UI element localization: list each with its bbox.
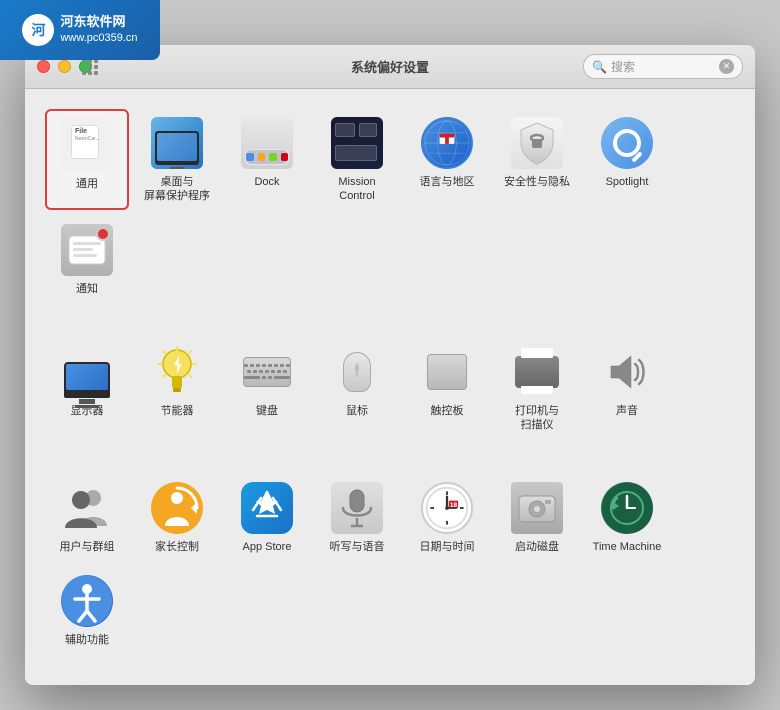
sound-label: 声音: [616, 404, 638, 418]
accessibility-label: 辅助功能: [65, 633, 109, 647]
watermark-logo: 河: [22, 14, 54, 46]
language-label: 语言与地区: [420, 175, 475, 189]
dictation-label: 听写与语音: [330, 540, 385, 554]
watermark: 河 河东软件网 www.pc0359.cn: [0, 0, 160, 60]
personal-section: 通用 桌面与屏幕保护程序: [25, 89, 755, 318]
close-button[interactable]: [37, 60, 50, 73]
security-label: 安全性与隐私: [504, 175, 570, 189]
desktop-label: 桌面与屏幕保护程序: [144, 175, 210, 204]
system-preferences-window: 系统偏好设置 🔍 搜索 ✕ 通用: [25, 45, 755, 685]
spotlight-pref-item[interactable]: Spotlight: [585, 109, 669, 210]
sound-icon: [601, 346, 653, 398]
dictation-icon: [331, 482, 383, 534]
watermark-line2: www.pc0359.cn: [60, 31, 137, 46]
language-icon: [421, 117, 473, 169]
mouse-icon: [331, 346, 383, 398]
users-label: 用户与群组: [60, 540, 115, 554]
search-placeholder: 搜索: [611, 58, 715, 75]
mission-label: MissionControl: [338, 175, 375, 204]
mission-pref-item[interactable]: MissionControl: [315, 109, 399, 210]
general-icon: [61, 119, 113, 171]
timemachine-icon: [601, 482, 653, 534]
desktop-pref-item[interactable]: 桌面与屏幕保护程序: [135, 109, 219, 210]
timemachine-pref-item[interactable]: Time Machine: [585, 474, 669, 560]
accessibility-icon: [61, 575, 113, 627]
security-pref-item[interactable]: 安全性与隐私: [495, 109, 579, 210]
datetime-label: 日期与时间: [420, 540, 475, 554]
trackpad-icon: [421, 346, 473, 398]
keyboard-label: 键盘: [256, 404, 278, 418]
search-box[interactable]: 🔍 搜索 ✕: [583, 54, 743, 79]
appstore-pref-item[interactable]: App Store: [225, 474, 309, 560]
general-pref-item[interactable]: 通用: [45, 109, 129, 210]
trackpad-pref-item[interactable]: 触控板: [405, 338, 489, 439]
content-area: 通用 桌面与屏幕保护程序: [25, 89, 755, 685]
energy-pref-item[interactable]: 节能器: [135, 338, 219, 439]
sound-pref-item[interactable]: 声音: [585, 338, 669, 439]
personal-icon-grid: 通用 桌面与屏幕保护程序: [45, 109, 735, 302]
security-icon: [511, 117, 563, 169]
display-pref-item[interactable]: 显示器: [45, 338, 129, 439]
mouse-pref-item[interactable]: 鼠标: [315, 338, 399, 439]
mouse-label: 鼠标: [346, 404, 368, 418]
system-section: 用户与群组: [25, 454, 755, 669]
printer-pref-item[interactable]: 打印机与扫描仪: [495, 338, 579, 439]
appstore-label: App Store: [243, 540, 292, 554]
keyboard-icon: [241, 346, 293, 398]
appstore-icon: [241, 482, 293, 534]
other-section: ƒ Flash Player: [25, 669, 755, 685]
users-icon: [61, 482, 113, 534]
window-title: 系统偏好设置: [351, 57, 429, 76]
search-clear-button[interactable]: ✕: [719, 59, 734, 74]
notify-icon: [61, 224, 113, 276]
desktop-icon: [151, 117, 203, 169]
users-pref-item[interactable]: 用户与群组: [45, 474, 129, 560]
dock-pref-item[interactable]: Dock: [225, 109, 309, 210]
energy-icon: [151, 346, 203, 398]
spotlight-label: Spotlight: [606, 175, 649, 189]
hardware-section: 显示器: [25, 318, 755, 455]
minimize-button[interactable]: [58, 60, 71, 73]
startup-icon: [511, 482, 563, 534]
parental-pref-item[interactable]: 家长控制: [135, 474, 219, 560]
dictation-pref-item[interactable]: 听写与语音: [315, 474, 399, 560]
search-icon: 🔍: [592, 60, 607, 74]
datetime-pref-item[interactable]: 18 日期与时间: [405, 474, 489, 560]
watermark-line1: 河东软件网: [60, 13, 137, 31]
system-icon-grid: 用户与群组: [45, 474, 735, 653]
dock-label: Dock: [254, 175, 279, 189]
energy-label: 节能器: [161, 404, 194, 418]
display-icon: [61, 346, 113, 398]
timemachine-label: Time Machine: [593, 540, 662, 554]
startup-label: 启动磁盘: [515, 540, 559, 554]
grid-dots-icon: [82, 59, 98, 75]
hardware-icon-grid: 显示器: [45, 338, 735, 439]
notify-pref-item[interactable]: 通知: [45, 216, 129, 302]
parental-label: 家长控制: [155, 540, 199, 554]
spotlight-icon: [601, 117, 653, 169]
printer-icon: [511, 346, 563, 398]
general-label: 通用: [76, 177, 98, 191]
printer-label: 打印机与扫描仪: [515, 404, 559, 433]
keyboard-pref-item[interactable]: 键盘: [225, 338, 309, 439]
notify-label: 通知: [76, 282, 98, 296]
parental-icon: [151, 482, 203, 534]
dock-icon: [241, 117, 293, 169]
accessibility-pref-item[interactable]: 辅助功能: [45, 567, 129, 653]
trackpad-label: 触控板: [431, 404, 464, 418]
language-pref-item[interactable]: 语言与地区: [405, 109, 489, 210]
mission-icon: [331, 117, 383, 169]
startup-pref-item[interactable]: 启动磁盘: [495, 474, 579, 560]
datetime-icon: 18: [421, 482, 473, 534]
